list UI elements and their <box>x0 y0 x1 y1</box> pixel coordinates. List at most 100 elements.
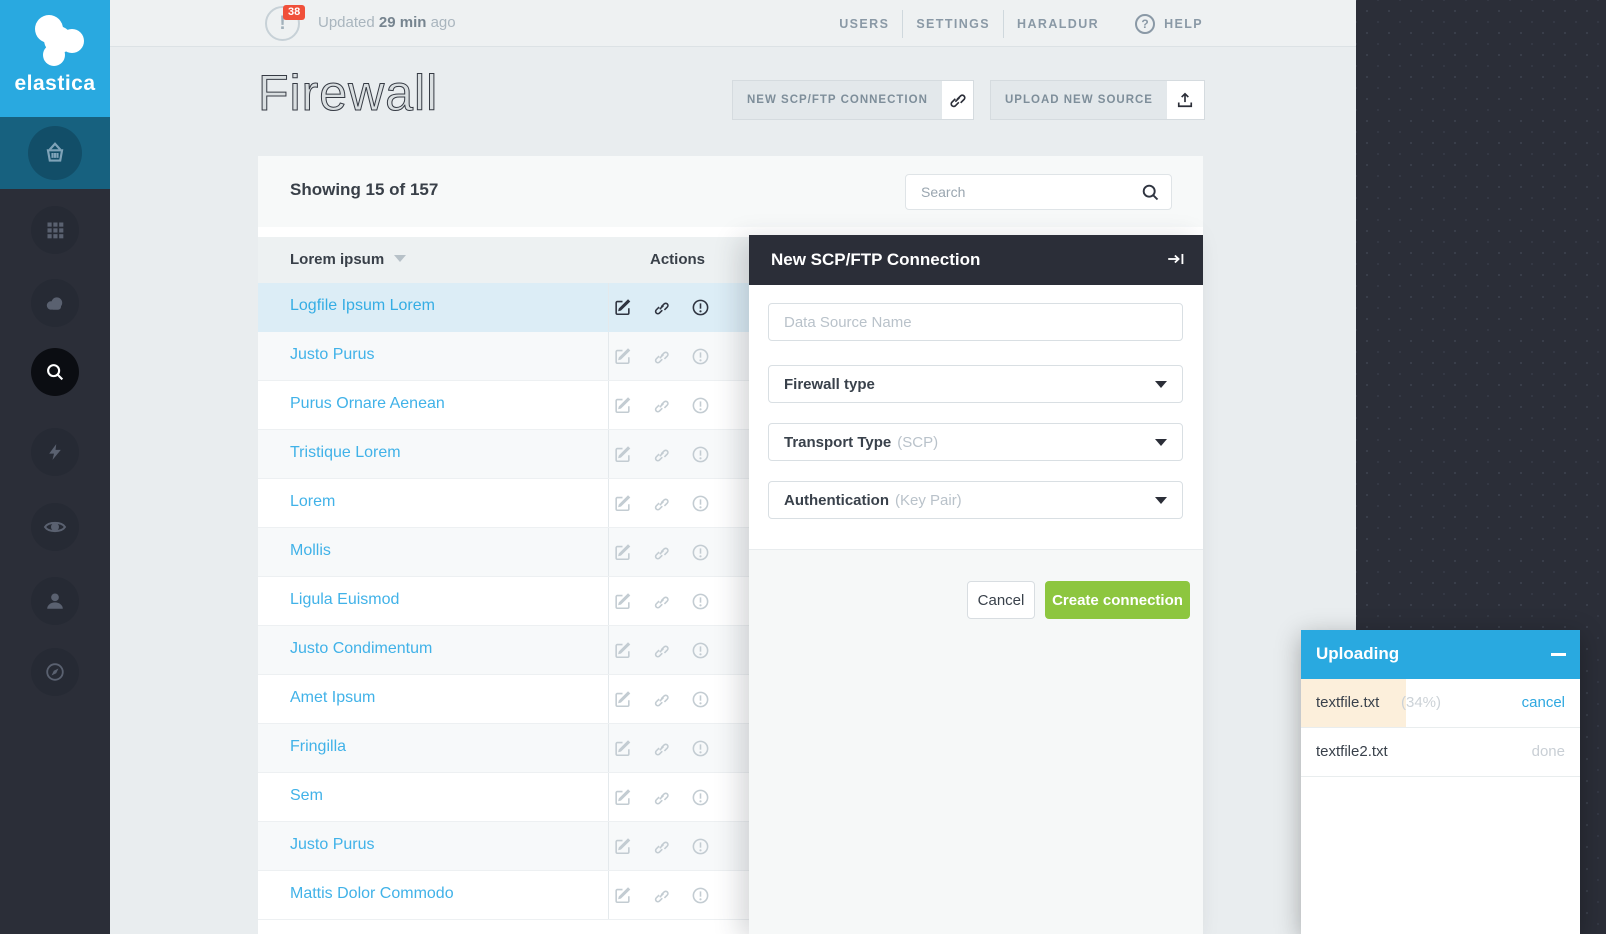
user-icon <box>31 577 79 625</box>
sidebar-item-cloud[interactable] <box>0 279 110 327</box>
nav-help[interactable]: ? HELP <box>1135 14 1203 34</box>
link-icon[interactable] <box>651 493 671 513</box>
topbar: ! 38 Updated 29 min ago USERS SETTINGS H… <box>110 0 1356 47</box>
edit-icon[interactable] <box>612 836 632 856</box>
data-source-name-input[interactable] <box>768 303 1183 341</box>
panel-title: New SCP/FTP Connection <box>771 250 980 270</box>
link-icon[interactable] <box>651 395 671 415</box>
row-name-link[interactable]: Ligula Euismod <box>290 591 399 609</box>
row-name-link[interactable]: Justo Purus <box>290 836 374 854</box>
upload-file-list: textfile.txt (34%) cancel textfile2.txt … <box>1301 679 1580 777</box>
search-input[interactable] <box>919 175 1119 209</box>
basket-icon <box>28 126 82 180</box>
nav-users[interactable]: USERS <box>839 17 889 31</box>
transport-type-select[interactable]: Transport Type (SCP) <box>768 423 1183 461</box>
link-icon[interactable] <box>651 689 671 709</box>
link-icon[interactable] <box>651 885 671 905</box>
column-header-actions: Actions <box>650 251 705 268</box>
alert-icon[interactable] <box>690 346 710 366</box>
link-icon[interactable] <box>651 444 671 464</box>
firewall-type-select[interactable]: Firewall type <box>768 365 1183 403</box>
row-name-link[interactable]: Amet Ipsum <box>290 689 375 707</box>
alert-icon[interactable] <box>690 493 710 513</box>
row-name-link[interactable]: Mattis Dolor Commodo <box>290 885 454 903</box>
upload-new-source-button[interactable]: UPLOAD NEW SOURCE <box>990 80 1205 120</box>
link-icon[interactable] <box>942 81 973 119</box>
upload-file-action[interactable]: done <box>1532 743 1565 760</box>
link-icon[interactable] <box>651 591 671 611</box>
elastica-logo[interactable]: elastica <box>0 0 110 117</box>
link-icon[interactable] <box>651 297 671 317</box>
upload-file-action[interactable]: cancel <box>1522 694 1565 711</box>
row-name-link[interactable]: Mollis <box>290 542 331 560</box>
authentication-select[interactable]: Authentication (Key Pair) <box>768 481 1183 519</box>
edit-icon[interactable] <box>612 493 632 513</box>
alert-icon[interactable] <box>690 836 710 856</box>
row-name-link[interactable]: Justo Condimentum <box>290 640 432 658</box>
alert-icon[interactable] <box>690 640 710 660</box>
grid-icon <box>31 206 79 254</box>
alert-icon[interactable] <box>690 787 710 807</box>
link-icon[interactable] <box>651 787 671 807</box>
link-icon[interactable] <box>651 346 671 366</box>
alert-icon[interactable] <box>690 395 710 415</box>
alert-icon[interactable] <box>690 591 710 611</box>
sidebar-item-search[interactable] <box>0 348 110 396</box>
sidebar: elastica <box>0 0 110 934</box>
edit-icon[interactable] <box>612 738 632 758</box>
alert-icon[interactable] <box>690 738 710 758</box>
sidebar-item-apps[interactable] <box>0 206 110 254</box>
upload-file-name: textfile2.txt <box>1316 743 1388 760</box>
edit-icon[interactable] <box>612 689 632 709</box>
new-scp-ftp-connection-button[interactable]: NEW SCP/FTP CONNECTION <box>732 80 974 120</box>
link-icon[interactable] <box>651 836 671 856</box>
row-name-link[interactable]: Tristique Lorem <box>290 444 401 462</box>
sidebar-item-explore[interactable] <box>0 648 110 696</box>
edit-icon[interactable] <box>612 787 632 807</box>
cancel-button[interactable]: Cancel <box>967 581 1035 619</box>
search-icon <box>31 348 79 396</box>
nav-settings[interactable]: SETTINGS <box>916 17 990 31</box>
edit-icon[interactable] <box>612 395 632 415</box>
edit-icon[interactable] <box>612 542 632 562</box>
sidebar-item-users[interactable] <box>0 577 110 625</box>
upload-icon[interactable] <box>1167 81 1204 119</box>
row-name-link[interactable]: Fringilla <box>290 738 346 756</box>
link-icon[interactable] <box>651 542 671 562</box>
nav-separator <box>1003 10 1004 38</box>
collapse-panel-icon[interactable] <box>1165 248 1187 270</box>
nav-account[interactable]: HARALDUR <box>1017 17 1099 31</box>
column-header-name[interactable]: Lorem ipsum <box>290 251 406 268</box>
edit-icon[interactable] <box>612 346 632 366</box>
alert-icon[interactable] <box>690 542 710 562</box>
edit-icon[interactable] <box>612 297 632 317</box>
row-name-link[interactable]: Justo Purus <box>290 346 374 364</box>
listing-toolbar: Showing 15 of 157 <box>258 156 1203 227</box>
sidebar-item-activity[interactable] <box>0 428 110 476</box>
link-icon[interactable] <box>651 640 671 660</box>
sort-caret-icon[interactable] <box>394 255 406 262</box>
sidebar-item-basket[interactable] <box>0 117 110 189</box>
chevron-down-icon <box>1155 439 1167 446</box>
row-name-link[interactable]: Sem <box>290 787 323 805</box>
search-icon[interactable] <box>1140 182 1161 203</box>
edit-icon[interactable] <box>612 885 632 905</box>
row-name-link[interactable]: Purus Ornare Aenean <box>290 395 445 413</box>
create-connection-button[interactable]: Create connection <box>1045 581 1190 619</box>
row-name-link[interactable]: Logfile Ipsum Lorem <box>290 297 435 315</box>
upload-file-row: textfile2.txt done <box>1301 728 1580 777</box>
edit-icon[interactable] <box>612 591 632 611</box>
sidebar-item-monitor[interactable] <box>0 503 110 551</box>
minimize-icon[interactable] <box>1551 653 1566 656</box>
alert-icon[interactable] <box>690 444 710 464</box>
upload-file-name: textfile.txt <box>1316 694 1379 711</box>
new-connection-panel: New SCP/FTP Connection Firewall type <box>749 235 1203 934</box>
row-name-link[interactable]: Lorem <box>290 493 335 511</box>
alert-icon[interactable] <box>690 297 710 317</box>
topbar-nav: USERS SETTINGS HARALDUR ? HELP <box>839 0 1203 47</box>
alert-icon[interactable] <box>690 885 710 905</box>
edit-icon[interactable] <box>612 640 632 660</box>
link-icon[interactable] <box>651 738 671 758</box>
alert-icon[interactable] <box>690 689 710 709</box>
edit-icon[interactable] <box>612 444 632 464</box>
